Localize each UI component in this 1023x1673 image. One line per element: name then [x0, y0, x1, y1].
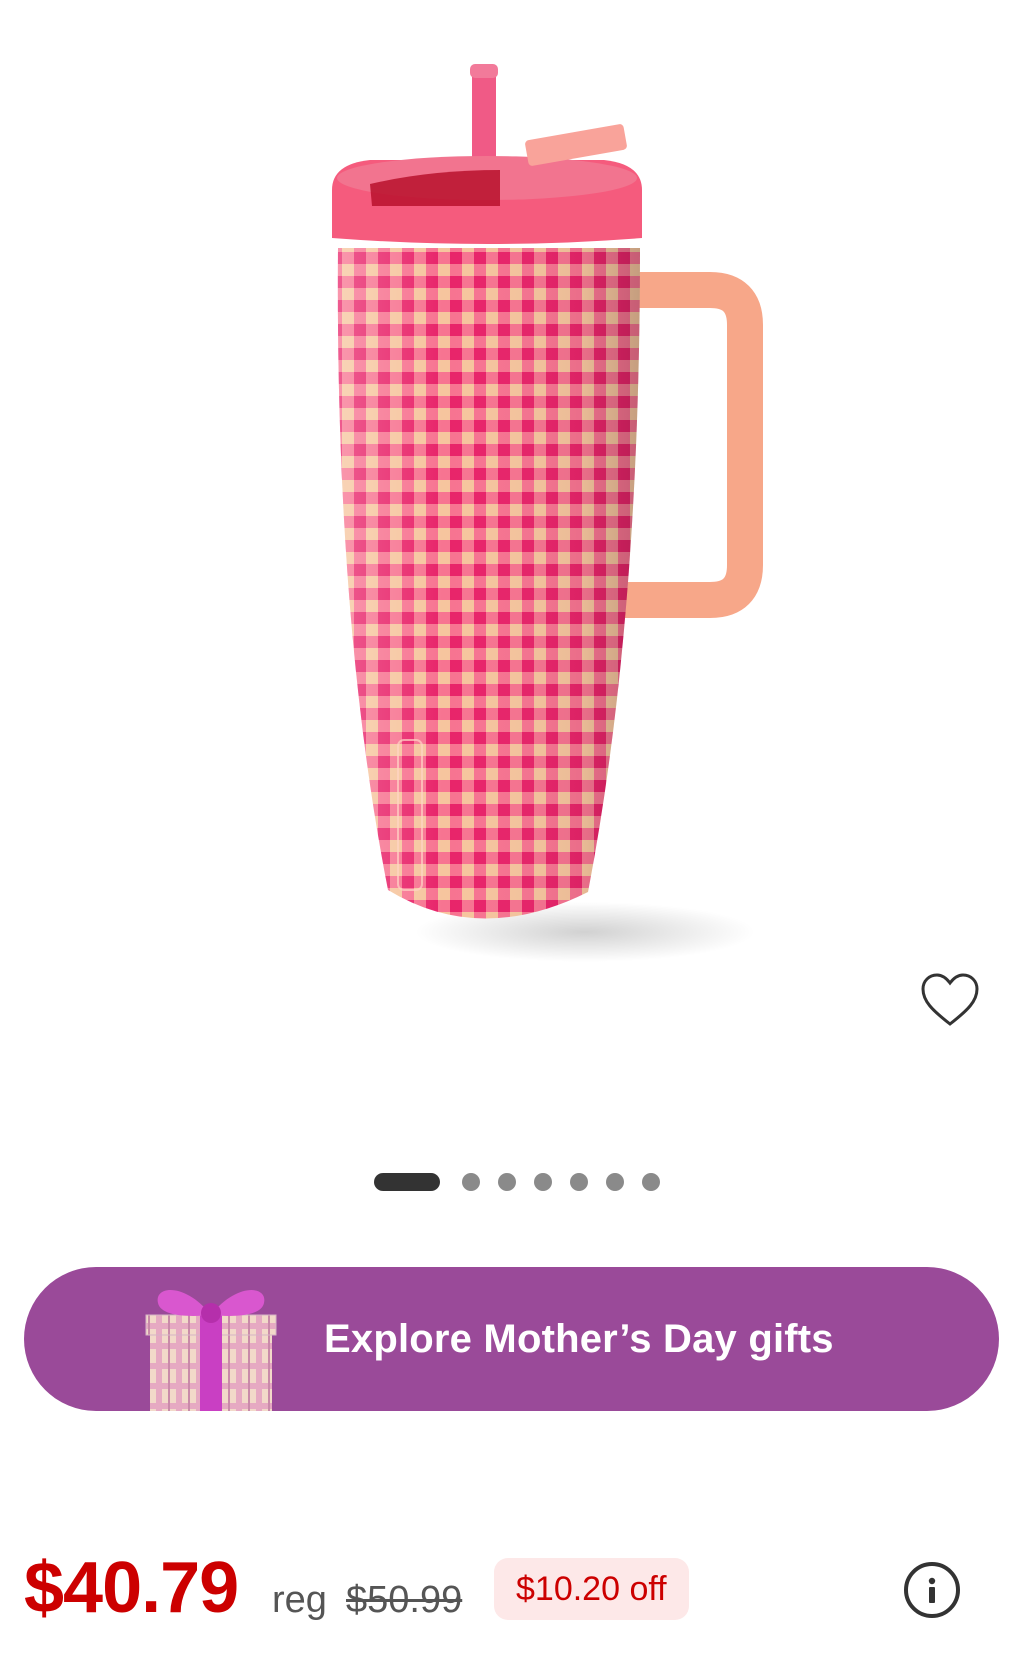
- carousel-dot-active[interactable]: [373, 1173, 440, 1191]
- info-icon: [928, 1577, 936, 1603]
- carousel-dot[interactable]: [641, 1173, 660, 1191]
- current-price: $40.79: [24, 1548, 239, 1628]
- price-info-button[interactable]: [904, 1562, 960, 1618]
- carousel-dot[interactable]: [461, 1173, 480, 1191]
- promo-label: Explore Mother’s Day gifts: [324, 1316, 834, 1361]
- regular-price-label: reg: [272, 1579, 327, 1621]
- product-image: [332, 64, 763, 962]
- carousel-dot[interactable]: [569, 1173, 588, 1191]
- savings-badge: $10.20 off: [494, 1558, 689, 1620]
- favorite-button[interactable]: [918, 968, 982, 1032]
- carousel-dot[interactable]: [533, 1173, 552, 1191]
- carousel-dot[interactable]: [497, 1173, 516, 1191]
- regular-price: $50.99: [346, 1579, 463, 1621]
- mothers-day-promo-banner[interactable]: Explore Mother’s Day gifts: [24, 1267, 999, 1411]
- gift-icon: [145, 1290, 277, 1411]
- price-section: $40.79 reg $50.99 $10.20 off: [24, 1548, 999, 1628]
- product-image-gallery[interactable]: [0, 0, 1023, 1191]
- carousel-indicator: [0, 1171, 1023, 1193]
- heart-outline-icon: [921, 973, 979, 1026]
- carousel-dot[interactable]: [605, 1173, 624, 1191]
